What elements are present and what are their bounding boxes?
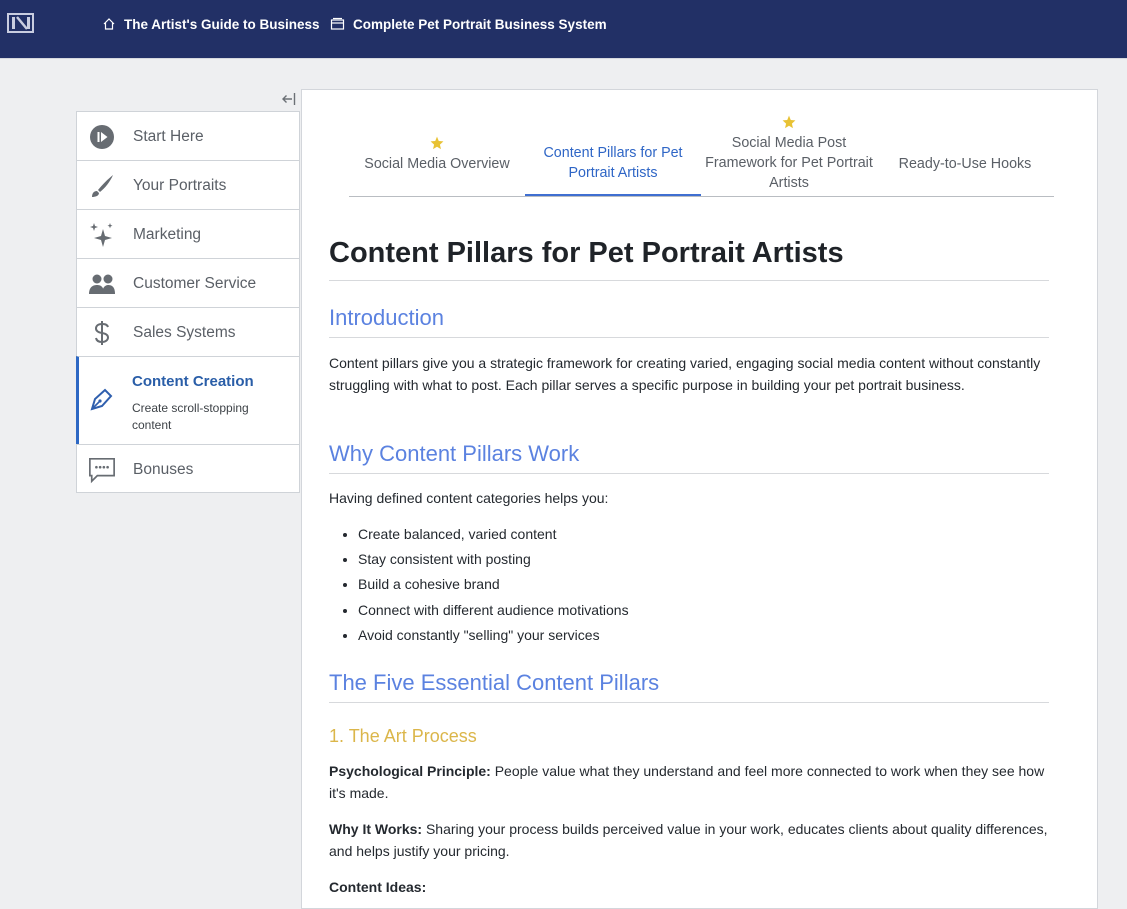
- people-icon: [88, 270, 116, 298]
- top-navigation-bar: The Artist's Guide to Business Complete …: [0, 0, 1127, 59]
- home-icon: [103, 18, 115, 30]
- intro-paragraph: Content pillars give you a strategic fra…: [329, 355, 1041, 393]
- sparkle-icon: [88, 221, 116, 249]
- sidebar-item-label: Start Here: [133, 128, 204, 145]
- sidebar-item-label: Marketing: [133, 226, 202, 243]
- tab-social-media-overview[interactable]: Social Media Overview: [349, 115, 525, 196]
- collapse-sidebar-icon[interactable]: [280, 90, 298, 108]
- content-ideas-label: Content Ideas:: [329, 879, 427, 895]
- list-item: Create balanced, varied content: [358, 522, 629, 547]
- why-it-works-label: Why It Works:: [329, 821, 423, 837]
- tab-label: Ready-to-Use Hooks: [898, 156, 1032, 172]
- lesson-tabs: Social Media Overview Content Pillars fo…: [349, 115, 1054, 197]
- list-item: Connect with different audience motivati…: [358, 598, 629, 623]
- section-heading-why: Why Content Pillars Work: [329, 441, 1049, 474]
- sidebar-item-label: Content Creation: [132, 373, 254, 390]
- brush-icon: [88, 172, 116, 200]
- star-icon: [782, 115, 796, 129]
- sidebar-item-start-here[interactable]: Start Here: [76, 111, 300, 160]
- play-icon: [88, 123, 116, 151]
- sidebar: Start Here Your Portraits Marketing Cust…: [76, 111, 300, 493]
- section-heading-introduction: Introduction: [329, 305, 1049, 338]
- why-it-works-paragraph: Why It Works: Sharing your process build…: [329, 819, 1051, 862]
- breadcrumb-module-label: Complete Pet Portrait Business System: [353, 16, 607, 32]
- content-ideas-paragraph: Content Ideas:: [329, 877, 1051, 899]
- sidebar-item-description: Create scroll-stopping content: [132, 401, 249, 432]
- breadcrumb-course-label: The Artist's Guide to Business: [124, 16, 320, 32]
- tab-label: Social Media Overview: [364, 156, 510, 172]
- dollar-icon: [88, 319, 116, 347]
- why-paragraph: Having defined content categories helps …: [329, 490, 609, 506]
- sidebar-item-label: Your Portraits: [133, 177, 227, 194]
- pillar-heading: 1. The Art Process: [329, 726, 477, 746]
- list-item: Build a cohesive brand: [358, 572, 629, 597]
- why-list: Create balanced, varied content Stay con…: [329, 522, 629, 648]
- sidebar-item-sales-systems[interactable]: Sales Systems: [76, 307, 300, 356]
- why-it-works-text: Sharing your process builds perceived va…: [329, 821, 1048, 859]
- principle-label: Psychological Principle:: [329, 763, 491, 779]
- breadcrumb-course[interactable]: The Artist's Guide to Business: [102, 15, 320, 33]
- section-heading-five-pillars: The Five Essential Content Pillars: [329, 670, 1049, 703]
- sidebar-item-label: Sales Systems: [133, 324, 236, 341]
- tab-ready-to-use-hooks[interactable]: Ready-to-Use Hooks: [877, 115, 1053, 196]
- logo-icon[interactable]: [7, 12, 35, 34]
- tab-content-pillars[interactable]: Content Pillars for Pet Portrait Artists: [525, 115, 701, 196]
- tab-label: Social Media Post Framework for Pet Port…: [705, 135, 873, 191]
- list-item: Avoid constantly "selling" your services: [358, 623, 629, 648]
- chat-icon: [88, 456, 116, 484]
- sidebar-item-customer-service[interactable]: Customer Service: [76, 258, 300, 307]
- content-card: Social Media Overview Content Pillars fo…: [301, 89, 1098, 909]
- sidebar-item-bonuses[interactable]: Bonuses: [76, 444, 300, 493]
- principle-paragraph: Psychological Principle: People value wh…: [329, 761, 1051, 804]
- envelope-icon: [330, 17, 345, 30]
- breadcrumb-module[interactable]: Complete Pet Portrait Business System: [330, 15, 607, 33]
- sidebar-item-your-portraits[interactable]: Your Portraits: [76, 160, 300, 209]
- star-icon: [430, 136, 444, 150]
- sidebar-item-marketing[interactable]: Marketing: [76, 209, 300, 258]
- sidebar-item-content-creation[interactable]: Content Creation Create scroll-stopping …: [76, 356, 300, 444]
- sidebar-item-label: Bonuses: [133, 461, 194, 478]
- pen-icon: [88, 385, 116, 413]
- page-title: Content Pillars for Pet Portrait Artists: [329, 237, 1049, 281]
- tab-post-framework[interactable]: Social Media Post Framework for Pet Port…: [701, 115, 877, 196]
- tab-label: Content Pillars for Pet Portrait Artists: [543, 145, 683, 181]
- sidebar-item-label: Customer Service: [133, 275, 257, 292]
- list-item: Stay consistent with posting: [358, 547, 629, 572]
